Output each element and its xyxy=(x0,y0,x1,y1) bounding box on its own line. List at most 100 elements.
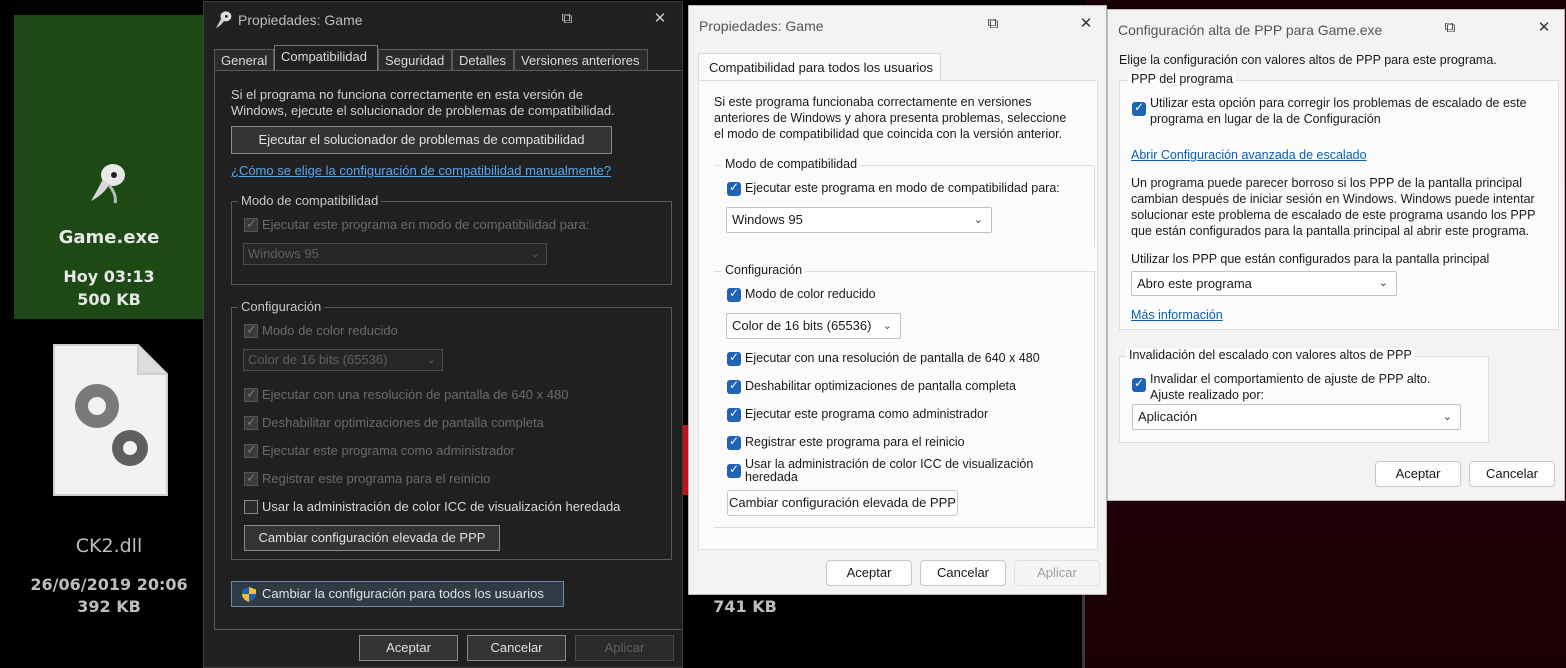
window-title: Propiedades: Game xyxy=(238,12,363,28)
window-title: Propiedades: Game xyxy=(699,18,824,34)
cancel-button[interactable]: Cancelar xyxy=(1469,461,1555,487)
tab-compat-all-users[interactable]: Compatibilidad para todos los usuarios xyxy=(698,53,941,81)
blurry-line-4: que están configurados para la pantalla … xyxy=(1131,224,1530,238)
change-dpi-button[interactable]: Cambiar configuración elevada de PPP xyxy=(727,490,958,516)
close-icon[interactable]: ✕ xyxy=(650,9,670,29)
ok-button[interactable]: Aceptar xyxy=(359,635,458,661)
scaling-by-label: Ajuste realizado por: xyxy=(1150,388,1264,402)
desktop-file-tile-game[interactable]: Game.exe Hoy 03:13 500 KB xyxy=(14,15,204,319)
intro-text-2: Windows, ejecute el solucionador de prob… xyxy=(231,103,615,118)
run-admin-label: Ejecutar este programa como administrado… xyxy=(262,443,515,458)
tab-versiones-anteriores[interactable]: Versiones anteriores xyxy=(514,49,648,71)
chevron-down-icon: ⌄ xyxy=(1442,411,1452,423)
troubleshooter-button[interactable]: Ejecutar el solucionador de problemas de… xyxy=(231,126,612,154)
cancel-button[interactable]: Cancelar xyxy=(467,635,566,661)
change-all-users-label: Cambiar la configuración para todos los … xyxy=(262,586,544,601)
compat-os-select[interactable]: Windows 95 ⌄ xyxy=(726,207,992,233)
titlebar[interactable]: Propiedades: Game ⧉ ✕ xyxy=(689,6,1106,42)
use-dpi-select[interactable]: Abro este programa ⌄ xyxy=(1131,271,1397,296)
settings-label: Configuración xyxy=(722,263,806,277)
scaling-by-value: Aplicación xyxy=(1138,409,1198,424)
intro-line-2: anteriores de Windows y ahora presenta p… xyxy=(714,111,1067,125)
chevron-down-icon: ⌄ xyxy=(973,214,983,226)
register-restart-label: Registrar este programa para el reinicio xyxy=(262,471,491,486)
register-restart-checkbox[interactable] xyxy=(727,434,741,450)
dpi-intro: Elige la configuración con valores altos… xyxy=(1119,53,1497,67)
tab-seguridad[interactable]: Seguridad xyxy=(378,49,452,71)
desktop-screen: Game.exe Hoy 03:13 500 KB CK2.dll 26/06/… xyxy=(0,0,1566,668)
ok-button[interactable]: Aceptar xyxy=(826,560,912,586)
color-depth-value: Color de 16 bits (65536) xyxy=(248,352,388,367)
compat-os-select: Windows 95 ⌄ xyxy=(243,243,547,265)
apply-button: Aplicar xyxy=(575,635,674,661)
color-depth-select[interactable]: Color de 16 bits (65536) ⌄ xyxy=(726,313,901,339)
disable-fullscreen-checkbox xyxy=(244,414,258,430)
use-option-line-1: Utilizar esta opción para corregir los p… xyxy=(1150,96,1527,110)
close-icon[interactable]: ✕ xyxy=(1076,14,1096,34)
compat-mode-checkbox xyxy=(244,216,258,232)
window-title: Configuración alta de PPP para Game.exe xyxy=(1118,22,1383,38)
apply-button: Aplicar xyxy=(1014,560,1100,586)
chevron-down-icon: ⌄ xyxy=(426,354,436,366)
use-option-line-2: programa en lugar de la de Configuración xyxy=(1150,112,1381,126)
icc-checkbox[interactable] xyxy=(244,500,258,514)
scaling-by-select[interactable]: Aplicación ⌄ xyxy=(1132,404,1461,430)
icc-checkbox[interactable] xyxy=(727,462,741,478)
change-all-users-button[interactable]: Cambiar la configuración para todos los … xyxy=(231,581,564,607)
reduced-color-checkbox xyxy=(244,322,258,338)
properties-window-dark: Propiedades: Game ⧉ ✕ General Compatibil… xyxy=(203,1,683,668)
res-640-label: Ejecutar con una resolución de pantalla … xyxy=(262,387,569,402)
chevron-down-icon: ⌄ xyxy=(1378,277,1388,289)
res-640-label: Ejecutar con una resolución de pantalla … xyxy=(745,351,1040,365)
intro-line-1: Si este programa funcionaba correctament… xyxy=(714,95,1032,109)
reduced-color-label: Modo de color reducido xyxy=(262,323,398,338)
manual-config-link[interactable]: ¿Cómo se elige la configuración de compa… xyxy=(231,163,611,178)
icc-label: Usar la administración de color ICC de v… xyxy=(745,458,1033,482)
change-dpi-button[interactable]: Cambiar configuración elevada de PPP xyxy=(244,525,500,551)
blurry-line-2: cambian después de iniciar sesión en Win… xyxy=(1131,192,1535,206)
register-restart-checkbox xyxy=(244,470,258,486)
more-info-link[interactable]: Más información xyxy=(1131,308,1223,322)
reduced-color-checkbox[interactable] xyxy=(727,286,741,302)
settings-label: Configuración xyxy=(238,299,325,314)
titlebar[interactable]: Configuración alta de PPP para Game.exe … xyxy=(1108,10,1564,46)
disable-fullscreen-checkbox[interactable] xyxy=(727,378,741,394)
cancel-button[interactable]: Cancelar xyxy=(920,560,1006,586)
app-icon xyxy=(215,11,232,29)
run-admin-checkbox[interactable] xyxy=(727,406,741,422)
compat-mode-check-label: Ejecutar este programa en modo de compat… xyxy=(262,217,590,232)
game-exe-icon xyxy=(91,164,125,204)
ok-button[interactable]: Aceptar xyxy=(1375,461,1461,487)
tab-compatibilidad[interactable]: Compatibilidad xyxy=(274,45,378,71)
snap-icon[interactable]: ⧉ xyxy=(1440,18,1460,38)
chevron-down-icon: ⌄ xyxy=(530,248,540,260)
compat-os-value: Windows 95 xyxy=(248,246,319,261)
icc-label: Usar la administración de color ICC de v… xyxy=(262,499,621,514)
reduced-color-label: Modo de color reducido xyxy=(745,287,876,301)
dll-file-icon[interactable] xyxy=(53,344,168,496)
run-admin-label: Ejecutar este programa como administrado… xyxy=(745,407,989,421)
res-640-checkbox[interactable] xyxy=(727,350,741,366)
tab-general[interactable]: General xyxy=(214,49,274,71)
use-option-checkbox[interactable] xyxy=(1132,100,1146,116)
snap-icon[interactable]: ⧉ xyxy=(983,14,1003,34)
shield-icon xyxy=(242,587,256,602)
intro-line-3: el modo de compatibilidad que coincida c… xyxy=(714,127,1063,141)
tab-detalles[interactable]: Detalles xyxy=(452,49,514,71)
icc-line-2: heredada xyxy=(745,470,798,483)
snap-icon[interactable]: ⧉ xyxy=(557,9,577,29)
advanced-scaling-link[interactable]: Abrir Configuración avanzada de escalado xyxy=(1131,148,1367,162)
override-checkbox[interactable] xyxy=(1132,376,1146,392)
compat-mode-label: Modo de compatibilidad xyxy=(238,193,382,208)
high-dpi-settings-window: Configuración alta de PPP para Game.exe … xyxy=(1107,9,1565,501)
close-icon[interactable]: ✕ xyxy=(1534,18,1554,38)
compat-mode-group: Modo de compatibilidad xyxy=(714,157,1095,247)
use-dpi-label: Utilizar los PPP que están configurados … xyxy=(1131,252,1490,266)
compat-mode-label: Modo de compatibilidad xyxy=(722,157,861,171)
override-check-label: Invalidar el comportamiento de ajuste de… xyxy=(1150,372,1431,386)
register-restart-label: Registrar este programa para el reinicio xyxy=(745,435,965,449)
properties-window-all-users: Propiedades: Game ⧉ ✕ Compatibilidad par… xyxy=(688,5,1107,595)
compat-mode-checkbox[interactable] xyxy=(727,180,741,196)
titlebar[interactable]: Propiedades: Game ⧉ ✕ xyxy=(204,2,682,38)
color-depth-value: Color de 16 bits (65536) xyxy=(732,318,872,333)
